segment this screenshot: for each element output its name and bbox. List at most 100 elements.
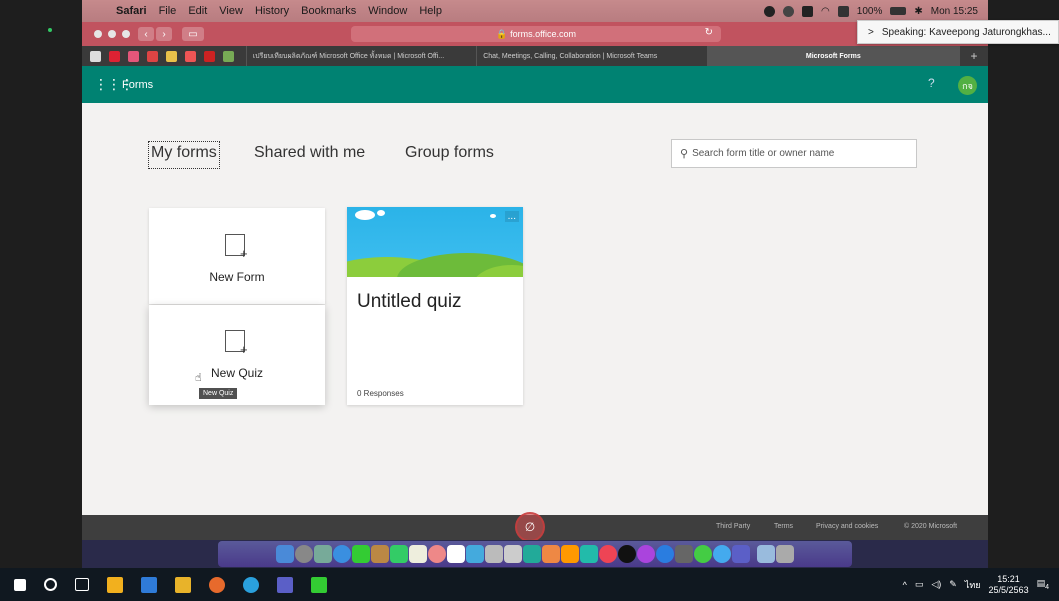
chevron-right-icon[interactable]: > — [868, 27, 874, 38]
app-title[interactable]: Forms — [122, 79, 153, 91]
battery-icon[interactable] — [890, 7, 907, 15]
music-icon[interactable] — [599, 545, 617, 563]
more-options-button[interactable]: ... — [504, 211, 519, 222]
bookmark-icon[interactable] — [90, 50, 101, 62]
notes-icon[interactable] — [409, 545, 427, 563]
tab-group-forms[interactable]: Group forms — [405, 144, 494, 162]
messages-icon[interactable] — [390, 545, 408, 563]
photoshop-icon[interactable] — [580, 545, 598, 563]
app-icon[interactable] — [542, 545, 560, 563]
preview-icon[interactable] — [485, 545, 503, 563]
podcasts-icon[interactable] — [637, 545, 655, 563]
tab-my-forms[interactable]: My forms — [148, 141, 220, 169]
tab-teams[interactable]: Chat, Meetings, Calling, Collaboration |… — [476, 46, 706, 66]
menu-edit[interactable]: Edit — [188, 5, 207, 17]
app-icon[interactable] — [675, 545, 693, 563]
line-icon[interactable] — [352, 545, 370, 563]
keyboard-a-icon[interactable] — [837, 5, 849, 17]
chevron-up-icon[interactable]: ^ — [903, 580, 907, 590]
file-explorer-icon[interactable] — [175, 576, 191, 593]
status-icon[interactable] — [764, 5, 776, 17]
tab-shared-with-me[interactable]: Shared with me — [254, 144, 365, 162]
bluetooth-icon[interactable]: ✱ — [914, 6, 922, 17]
fullscreen-window-icon[interactable] — [122, 30, 130, 38]
finder-icon[interactable] — [276, 545, 294, 563]
bookmark-icon[interactable] — [222, 50, 234, 62]
forward-button[interactable]: › — [156, 27, 172, 41]
reload-icon[interactable]: ↻ — [705, 27, 713, 38]
volume-icon[interactable]: ◁) — [931, 579, 941, 590]
todo-icon[interactable] — [141, 576, 157, 593]
close-window-icon[interactable] — [94, 30, 102, 38]
wifi-icon[interactable]: ◠ — [821, 6, 830, 17]
tab-microsoft-forms[interactable]: Microsoft Forms — [706, 46, 960, 66]
new-form-card[interactable]: + New Form — [149, 208, 325, 304]
app-icon[interactable] — [504, 545, 522, 563]
tab-office-compare[interactable]: เปรียบเทียบผลิตภัณฑ์ Microsoft Office ทั… — [245, 46, 476, 66]
pen-icon[interactable]: ✎ — [949, 579, 957, 590]
tv-icon[interactable] — [618, 545, 636, 563]
teams-icon[interactable] — [732, 545, 750, 563]
gmail-icon[interactable] — [146, 50, 158, 62]
chrome-icon[interactable] — [694, 545, 712, 563]
minimize-window-icon[interactable] — [108, 30, 116, 38]
search-icon[interactable] — [44, 578, 57, 591]
sidebar-icon[interactable]: ▭ — [182, 27, 204, 41]
app-icon[interactable] — [107, 576, 123, 593]
trash-icon[interactable] — [776, 545, 794, 563]
quiz-card[interactable]: ... Untitled quiz 0 Responses — [347, 207, 523, 405]
search-input[interactable]: ⚲ Search form title or owner name — [671, 139, 917, 168]
menu-history[interactable]: History — [255, 5, 289, 17]
footer-third-party[interactable]: Third Party — [716, 523, 750, 530]
taskbar-clock[interactable]: 15:21 25/5/2563 — [989, 574, 1029, 596]
avatar[interactable]: กจ — [958, 76, 977, 95]
bookmark-icon[interactable] — [127, 50, 139, 62]
bookmark-icon[interactable] — [165, 50, 177, 62]
firefox-icon[interactable] — [209, 576, 225, 593]
bookmark-icon[interactable] — [184, 50, 196, 62]
app-icon[interactable] — [314, 545, 332, 563]
dollar-icon[interactable] — [783, 5, 795, 17]
launchpad-icon[interactable] — [295, 545, 313, 563]
notifications-icon[interactable]: ▤4 — [1037, 578, 1049, 591]
language-indicator[interactable]: ไทย — [965, 578, 981, 592]
menu-bookmarks[interactable]: Bookmarks — [301, 5, 356, 17]
edge-icon[interactable] — [243, 576, 259, 593]
bookmark-icon[interactable] — [108, 50, 120, 62]
clock-text: Mon 15:25 — [930, 5, 978, 17]
windows-start-icon[interactable] — [14, 578, 26, 591]
menu-file[interactable]: File — [159, 5, 177, 17]
task-view-icon[interactable] — [75, 578, 89, 591]
footer-privacy[interactable]: Privacy and cookies — [816, 523, 878, 530]
safari-icon[interactable] — [333, 545, 351, 563]
teamviewer-icon[interactable] — [802, 5, 814, 17]
bookmark-icon[interactable] — [203, 50, 215, 62]
menu-view[interactable]: View — [219, 5, 243, 17]
app-store-icon[interactable] — [656, 545, 674, 563]
numbers-icon[interactable] — [523, 545, 541, 563]
windows-taskbar: ^ ▭ ◁) ✎ ไทย 15:21 25/5/2563 ▤4 — [0, 568, 1059, 601]
new-tab-button[interactable]: + — [959, 46, 988, 66]
record-icon[interactable]: ∅ — [515, 512, 545, 542]
plus-icon: + — [240, 246, 248, 261]
menu-app-safari[interactable]: Safari — [116, 5, 147, 17]
teams-icon[interactable] — [277, 576, 293, 593]
line-icon[interactable] — [311, 576, 327, 593]
footer-terms[interactable]: Terms — [774, 523, 793, 530]
help-icon[interactable]: ? — [928, 76, 935, 90]
network-icon[interactable]: ▭ — [915, 579, 924, 590]
books-icon[interactable] — [561, 545, 579, 563]
search-icon: ⚲ — [680, 148, 689, 160]
folder-icon[interactable] — [757, 545, 775, 563]
url-bar[interactable]: 🔒 forms.office.com ↻ — [351, 26, 721, 42]
app-icon[interactable] — [371, 545, 389, 563]
menu-window[interactable]: Window — [368, 5, 407, 17]
back-button[interactable]: ‹ — [138, 27, 154, 41]
app-icon[interactable] — [466, 545, 484, 563]
new-form-label: New Form — [209, 270, 265, 284]
quiz-banner-art — [347, 210, 523, 277]
app-icon[interactable] — [713, 545, 731, 563]
photos-icon[interactable] — [428, 545, 446, 563]
calendar-icon[interactable] — [447, 545, 465, 563]
menu-help[interactable]: Help — [419, 5, 442, 17]
